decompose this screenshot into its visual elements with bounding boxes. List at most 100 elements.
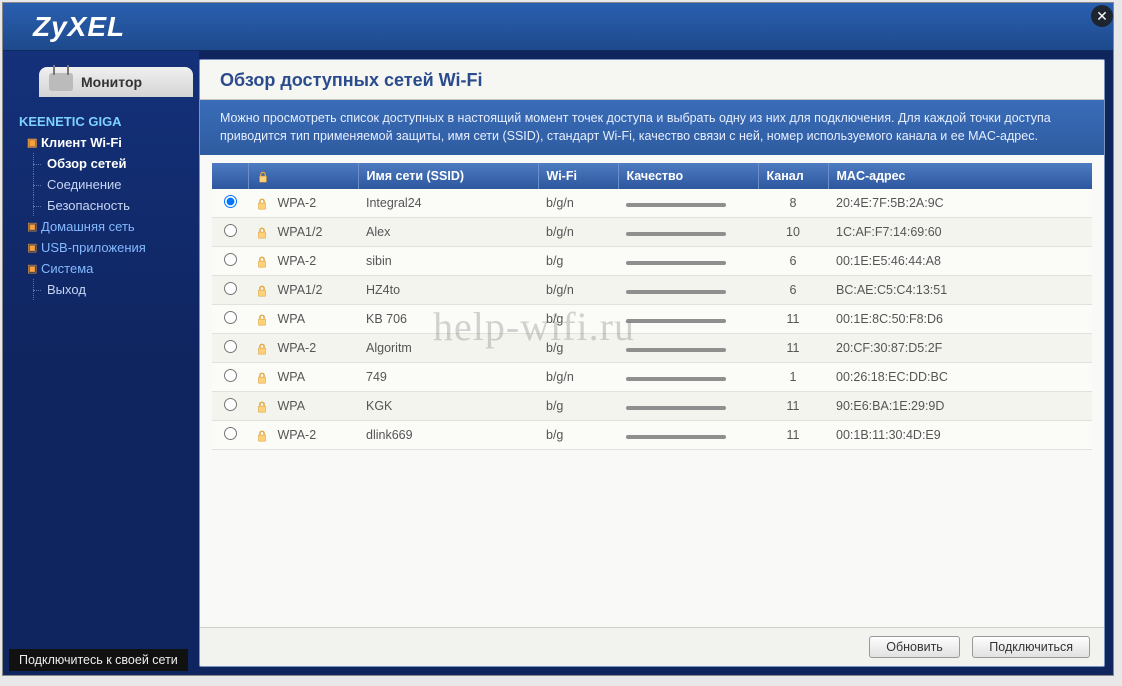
table-row[interactable]: WPA-2Algoritmb/g1120:CF:30:87:D5:2F [212,334,1092,363]
quality-cell [618,334,758,363]
nav-item-connection[interactable]: Соединение [19,174,191,195]
th-ssid: Имя сети (SSID) [358,163,538,189]
lightbox-close-icon[interactable]: ✕ [1091,5,1113,27]
status-tooltip: Подключитесь к своей сети [9,649,188,671]
nav-item-overview[interactable]: Обзор сетей [19,153,191,174]
ssid-cell: HZ4to [358,276,538,305]
th-select [212,163,248,189]
mac-cell: 1C:AF:F7:14:69:60 [828,218,1092,247]
wifi-standard-cell: b/g/n [538,218,618,247]
select-radio[interactable] [224,398,237,411]
lock-icon [256,428,274,442]
select-radio[interactable] [224,195,237,208]
security-label: WPA-2 [277,428,316,442]
wifi-standard-cell: b/g/n [538,189,618,218]
select-radio[interactable] [224,311,237,324]
quality-bar [626,290,726,294]
select-radio[interactable] [224,253,237,266]
security-label: WPA-2 [277,341,316,355]
nav-group-client-wifi[interactable]: ▣ Клиент Wi-Fi [19,132,191,153]
ssid-cell: Algoritm [358,334,538,363]
nav-group-label: Система [41,261,93,276]
th-mac: MAC-адрес [828,163,1092,189]
content-panel: Обзор доступных сетей Wi-Fi Можно просмо… [199,59,1105,667]
table-row[interactable]: WPA-2sibinb/g600:1E:E5:46:44:A8 [212,247,1092,276]
footer-bar: Обновить Подключиться [200,627,1104,666]
ssid-cell: Integral24 [358,189,538,218]
expand-icon: ▣ [27,262,37,275]
th-wifi: Wi-Fi [538,163,618,189]
quality-bar [626,406,726,410]
monitor-tab[interactable]: Монитор [39,67,193,97]
lock-icon [256,341,274,355]
table-row[interactable]: WPA1/2Alexb/g/n101C:AF:F7:14:69:60 [212,218,1092,247]
expand-icon: ▣ [27,136,37,149]
wifi-standard-cell: b/g/n [538,276,618,305]
nav-group-label: Клиент Wi-Fi [41,135,122,150]
nav-group-label: Домашняя сеть [41,219,135,234]
header-bar: ZyXEL [3,3,1113,51]
lock-icon [257,171,269,183]
nav-tree: KEENETIC GIGA ▣ Клиент Wi-Fi Обзор сетей… [3,107,199,300]
th-channel: Канал [758,163,828,189]
expand-icon: ▣ [27,220,37,233]
quality-cell [618,247,758,276]
mac-cell: 20:4E:7F:5B:2A:9C [828,189,1092,218]
lock-icon [256,370,274,384]
wifi-standard-cell: b/g/n [538,363,618,392]
nav-group-usb-apps[interactable]: ▣ USB-приложения [19,237,191,258]
select-radio[interactable] [224,427,237,440]
wifi-standard-cell: b/g [538,247,618,276]
select-radio[interactable] [224,340,237,353]
channel-cell: 6 [758,247,828,276]
wifi-networks-table: Имя сети (SSID) Wi-Fi Качество Канал MAC… [212,163,1092,450]
lock-icon [256,225,274,239]
channel-cell: 8 [758,189,828,218]
ssid-cell: sibin [358,247,538,276]
security-label: WPA [277,370,305,384]
nav-root-label[interactable]: KEENETIC GIGA [19,111,191,132]
table-row[interactable]: WPAKB 706b/g1100:1E:8C:50:F8:D6 [212,305,1092,334]
security-label: WPA [277,399,305,413]
connect-button[interactable]: Подключиться [972,636,1090,658]
table-row[interactable]: WPA-2dlink669b/g1100:1B:11:30:4D:E9 [212,421,1092,450]
quality-bar [626,261,726,265]
quality-bar [626,232,726,236]
security-label: WPA [277,312,305,326]
sidebar: Монитор KEENETIC GIGA ▣ Клиент Wi-Fi Обз… [3,51,199,675]
page-description: Можно просмотреть список доступных в нас… [200,100,1104,155]
table-row[interactable]: WPA-2 Integral24b/g/n 820:4E:7F:5B:2A:9C [212,189,1092,218]
nav-group-home-network[interactable]: ▣ Домашняя сеть [19,216,191,237]
table-row[interactable]: WPA1/2HZ4tob/g/n6BC:AE:C5:C4:13:51 [212,276,1092,305]
channel-cell: 11 [758,421,828,450]
lock-icon [256,283,274,297]
select-radio[interactable] [224,282,237,295]
select-radio[interactable] [224,224,237,237]
lock-icon [256,312,274,326]
nav-item-exit[interactable]: Выход [19,279,191,300]
table-row[interactable]: WPAKGKb/g1190:E6:BA:1E:29:9D [212,392,1092,421]
ssid-cell: 749 [358,363,538,392]
mac-cell: BC:AE:C5:C4:13:51 [828,276,1092,305]
th-security [248,163,358,189]
quality-cell [618,421,758,450]
quality-cell [618,189,758,218]
select-radio[interactable] [224,369,237,382]
expand-icon: ▣ [27,241,37,254]
mac-cell: 00:26:18:EC:DD:BC [828,363,1092,392]
quality-cell [618,305,758,334]
mac-cell: 20:CF:30:87:D5:2F [828,334,1092,363]
security-label: WPA1/2 [277,283,322,297]
quality-cell [618,218,758,247]
security-label: WPA1/2 [277,225,322,239]
nav-group-system[interactable]: ▣ Система [19,258,191,279]
ssid-cell: KB 706 [358,305,538,334]
channel-cell: 11 [758,305,828,334]
security-label: WPA-2 [277,196,316,210]
refresh-button[interactable]: Обновить [869,636,960,658]
nav-item-security[interactable]: Безопасность [19,195,191,216]
quality-bar [626,319,726,323]
lock-icon [256,254,274,268]
mac-cell: 00:1B:11:30:4D:E9 [828,421,1092,450]
table-row[interactable]: WPA749b/g/n100:26:18:EC:DD:BC [212,363,1092,392]
